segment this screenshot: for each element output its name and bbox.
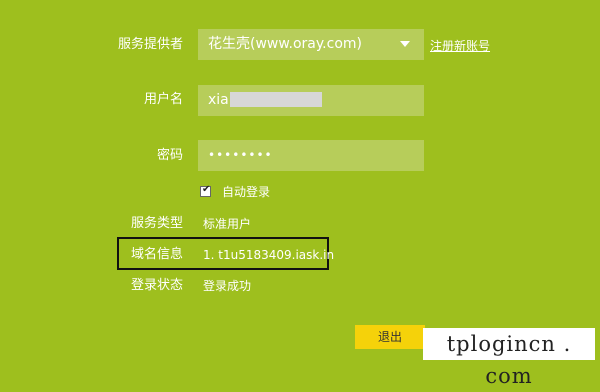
watermark: tplogincn . com bbox=[423, 328, 595, 388]
redacted-mask bbox=[229, 91, 322, 107]
auto-login-checkbox[interactable]: ✔ bbox=[200, 184, 211, 197]
service-type-value: 标准用户 bbox=[203, 217, 252, 231]
provider-select[interactable]: 花生壳(www.oray.com) bbox=[198, 29, 424, 60]
password-label: 密码 bbox=[156, 148, 183, 163]
service-type-label: 服务类型 bbox=[130, 216, 183, 231]
logout-button[interactable]: 退出 bbox=[355, 325, 425, 349]
provider-label: 服务提供者 bbox=[117, 37, 183, 52]
chevron-down-icon bbox=[400, 41, 410, 47]
username-label: 用户名 bbox=[143, 92, 183, 107]
username-value: xia bbox=[208, 92, 229, 108]
password-value: •••••••• bbox=[208, 148, 273, 162]
domain-info-label: 域名信息 bbox=[130, 247, 183, 262]
register-account-link[interactable]: 注册新账号 bbox=[430, 36, 490, 56]
login-status-value: 登录成功 bbox=[203, 279, 252, 293]
domain-info-value: 1. t1u5183409.iask.in bbox=[203, 248, 335, 262]
provider-select-value: 花生壳(www.oray.com) bbox=[208, 36, 362, 52]
login-status-label: 登录状态 bbox=[130, 278, 183, 293]
password-input[interactable]: •••••••• bbox=[198, 140, 424, 171]
username-input[interactable]: xia bbox=[198, 85, 424, 116]
check-icon: ✔ bbox=[202, 184, 211, 195]
auto-login-label: 自动登录 bbox=[222, 185, 271, 199]
